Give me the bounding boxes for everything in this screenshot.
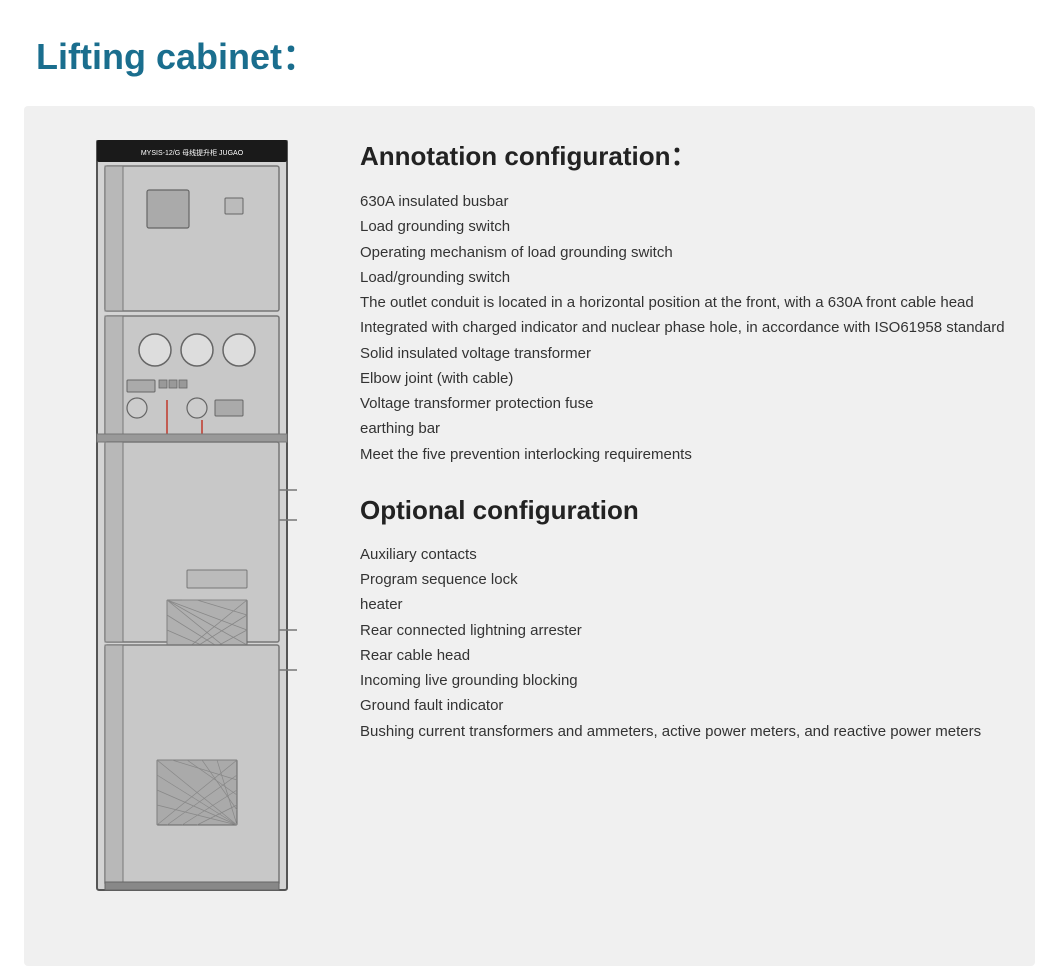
annotation-config-list: 630A insulated busbar Load grounding swi… (360, 189, 1007, 467)
optional-item-7: Bushing current transformers and ammeter… (360, 719, 1007, 744)
optional-section-title: Optional configuration (360, 495, 1007, 526)
main-content: MYSIS-12/G 母线提升柜 JUGAO (24, 106, 1035, 966)
annotation-item-5: Integrated with charged indicator and nu… (360, 315, 1007, 340)
annotation-item-7: Elbow joint (with cable) (360, 366, 1007, 391)
optional-config-list: Auxiliary contacts Program sequence lock… (360, 542, 1007, 744)
annotation-item-1: Load grounding switch (360, 214, 1007, 239)
page-title: Lifting cabinet： (36, 28, 1023, 80)
annotation-item-9: earthing bar (360, 416, 1007, 441)
cabinet-svg: MYSIS-12/G 母线提升柜 JUGAO (87, 140, 297, 905)
optional-item-5: Incoming live grounding blocking (360, 668, 1007, 693)
page-header: Lifting cabinet： (0, 0, 1059, 96)
cabinet-diagram: MYSIS-12/G 母线提升柜 JUGAO (52, 130, 332, 942)
optional-item-4: Rear cable head (360, 643, 1007, 668)
optional-item-3: Rear connected lightning arrester (360, 618, 1007, 643)
optional-item-1: Program sequence lock (360, 567, 1007, 592)
annotation-item-3: Load/grounding switch (360, 265, 1007, 290)
optional-item-2: heater (360, 592, 1007, 617)
annotation-item-8: Voltage transformer protection fuse (360, 391, 1007, 416)
annotation-item-6: Solid insulated voltage transformer (360, 341, 1007, 366)
annotation-item-10: Meet the five prevention interlocking re… (360, 442, 1007, 467)
annotation-section-title: Annotation configuration： (360, 136, 1007, 173)
optional-item-0: Auxiliary contacts (360, 542, 1007, 567)
annotation-item-2: Operating mechanism of load grounding sw… (360, 240, 1007, 265)
annotations-panel: Annotation configuration： 630A insulated… (360, 130, 1007, 942)
annotation-item-4: The outlet conduit is located in a horiz… (360, 290, 1007, 315)
svg-text:MYSIS-12/G 母线提升柜 JUGAO: MYSIS-12/G 母线提升柜 JUGAO (141, 148, 244, 157)
optional-item-6: Ground fault indicator (360, 693, 1007, 718)
annotation-item-0: 630A insulated busbar (360, 189, 1007, 214)
